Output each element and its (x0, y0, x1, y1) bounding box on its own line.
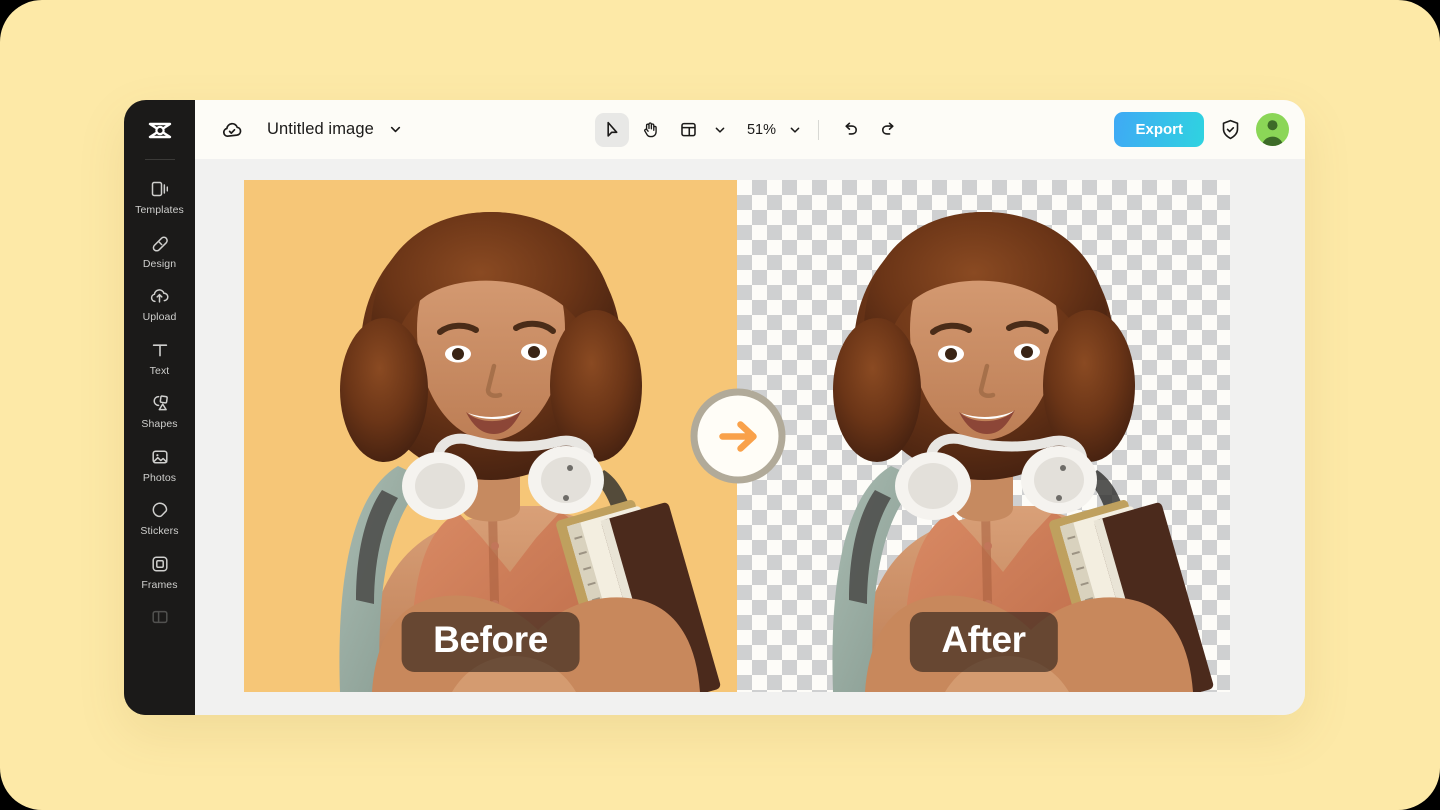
redo-icon[interactable] (871, 113, 905, 147)
zoom-level-value[interactable]: 51% (735, 122, 780, 138)
arrow-right-icon (690, 388, 786, 484)
upload-cloud-icon (149, 285, 171, 307)
app-window: Templates Design Upload Text Shapes Phot… (124, 100, 1305, 715)
zoom-chevron-down-icon[interactable] (784, 115, 806, 145)
app-main: Untitled image 51% Export Before After (195, 100, 1305, 715)
sidebar-scroll-fade (124, 669, 195, 715)
comparison-stage: Before After (244, 180, 1232, 692)
hand-pan-icon[interactable] (633, 113, 667, 147)
sidebar-item-upload[interactable]: Upload (124, 276, 195, 330)
panel-after[interactable]: After (737, 180, 1230, 692)
chevron-down-icon[interactable] (388, 122, 403, 137)
cursor-select-icon[interactable] (594, 112, 629, 147)
export-button[interactable]: Export (1114, 112, 1204, 147)
capcut-logo-icon[interactable] (141, 112, 179, 150)
top-toolbar: Untitled image 51% Export (195, 100, 1305, 159)
sidebar-item-frames[interactable]: Frames (124, 544, 195, 598)
sidebar-item-templates[interactable]: Templates (124, 169, 195, 223)
panel-caption: After (909, 612, 1058, 672)
canvas-tools: 51% (594, 112, 905, 147)
sidebar-item-label: Stickers (140, 525, 179, 537)
shapes-icon (149, 392, 171, 414)
shield-check-icon[interactable] (1218, 118, 1242, 142)
sidebar-item-label: Shapes (141, 418, 178, 430)
sidebar-item-label: Text (149, 364, 170, 377)
page-title[interactable]: Untitled image (267, 120, 374, 139)
sidebar-item-label: Templates (135, 204, 184, 216)
sidebar-item-label: Upload (142, 311, 177, 323)
panel-before[interactable]: Before (244, 180, 737, 692)
toolbar-right-group: Export (1114, 112, 1289, 147)
panel-caption: Before (401, 612, 580, 672)
frames-icon (149, 553, 171, 575)
layout-chevron-down-icon[interactable] (709, 115, 731, 145)
background-icon (149, 606, 171, 628)
sidebar-divider (144, 159, 175, 160)
stickers-icon (149, 499, 171, 521)
sidebar-item-background[interactable] (124, 597, 195, 640)
sidebar-item-design[interactable]: Design (124, 223, 195, 277)
page-backdrop: Templates Design Upload Text Shapes Phot… (0, 0, 1440, 810)
sidebar-item-photos[interactable]: Photos (124, 437, 195, 491)
cloud-saved-icon[interactable] (219, 117, 245, 143)
undo-icon[interactable] (833, 113, 867, 147)
sidebar-item-stickers[interactable]: Stickers (124, 490, 195, 544)
photos-icon (149, 446, 171, 468)
sidebar-item-label: Photos (142, 471, 177, 484)
avatar[interactable] (1256, 113, 1289, 146)
canvas-area[interactable]: Before After (195, 159, 1305, 715)
design-icon (149, 232, 171, 254)
sidebar-item-shapes[interactable]: Shapes (124, 383, 195, 437)
left-sidebar: Templates Design Upload Text Shapes Phot… (124, 100, 195, 715)
templates-icon (149, 178, 171, 200)
resize-layout-icon[interactable] (671, 113, 705, 147)
text-icon (149, 339, 171, 361)
sidebar-item-label: Design (142, 257, 177, 270)
sidebar-item-label: Frames (141, 578, 178, 591)
toolbar-divider (818, 119, 820, 140)
sidebar-item-text[interactable]: Text (124, 330, 195, 384)
